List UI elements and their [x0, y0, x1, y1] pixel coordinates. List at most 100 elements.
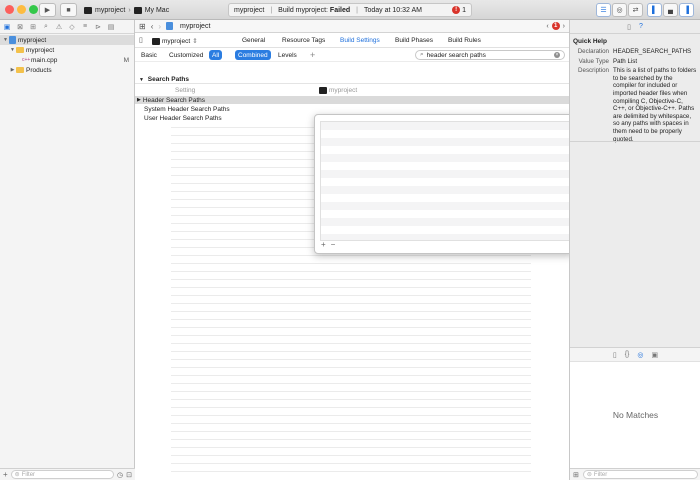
tab-build-settings[interactable]: Build Settings: [340, 37, 380, 44]
code-snippet-icon[interactable]: {}: [625, 351, 630, 358]
tab-general[interactable]: General: [242, 37, 265, 44]
jump-bar: ⊞ ‹ › myproject ‹ 1 ›: [135, 20, 569, 33]
project-icon: [9, 36, 16, 44]
tree-item-label: Products: [26, 66, 52, 74]
previous-issue-icon[interactable]: ‹: [546, 23, 548, 30]
scheme-project: myproject: [95, 6, 126, 14]
filter-customized[interactable]: Customized: [166, 50, 206, 60]
search-icon: ⌕: [420, 51, 424, 58]
tree-item-project[interactable]: ▼ myproject: [0, 35, 134, 45]
add-path-button[interactable]: +: [321, 240, 326, 249]
disclosure-open-icon: ▼: [10, 47, 15, 53]
setting-row-header-search-paths[interactable]: ▶ Header Search Paths: [135, 96, 569, 104]
forward-arrow-icon[interactable]: ›: [158, 22, 161, 31]
path-list[interactable]: [320, 121, 570, 241]
tree-item-group[interactable]: ▼ myproject: [0, 45, 134, 55]
back-arrow-icon[interactable]: ‹: [151, 22, 154, 31]
version-editor-button[interactable]: ⇄: [628, 3, 643, 17]
status-separator: |: [270, 6, 273, 14]
folder-navigator-icon[interactable]: ▣: [3, 23, 11, 31]
remove-path-button[interactable]: −: [331, 240, 336, 249]
library-selector-bar: ▯ {} ◎ ▣: [570, 348, 700, 362]
source-control-icon[interactable]: ⊠: [16, 23, 24, 31]
filter-combined[interactable]: Combined: [235, 50, 271, 60]
disclosure-open-icon: ▼: [3, 37, 8, 43]
next-issue-icon[interactable]: ›: [563, 23, 565, 30]
standard-editor-button[interactable]: ☰: [596, 3, 611, 17]
filter-basic[interactable]: Basic: [138, 50, 160, 60]
error-icon[interactable]: 1: [551, 22, 560, 30]
close-window-button[interactable]: [5, 5, 14, 14]
tree-item-label: myproject: [26, 46, 55, 54]
breakpoint-navigator-icon[interactable]: ⊳: [94, 23, 102, 31]
report-navigator-icon[interactable]: ▤: [107, 23, 115, 31]
path-list-popover: + −: [314, 114, 574, 254]
activity-status[interactable]: myproject | Build myproject: Failed | To…: [228, 3, 472, 17]
navigator-filter-input[interactable]: ⊜ Filter: [10, 470, 115, 479]
status-project: myproject: [234, 6, 265, 14]
filter-all[interactable]: All: [209, 50, 223, 60]
test-navigator-icon[interactable]: ◇: [68, 23, 76, 31]
minimize-window-button[interactable]: [17, 5, 26, 14]
recent-files-icon[interactable]: ◷: [117, 471, 123, 479]
scm-filter-icon[interactable]: ⊡: [126, 471, 132, 479]
project-navigator: ▣ ⊠ ⊞ ⌕ ⚠ ◇ ≡ ⊳ ▤ ▼ myproject ▼ myprojec…: [0, 20, 135, 480]
section-search-paths[interactable]: ▼ Search Paths: [139, 76, 189, 83]
column-header-setting: Setting: [175, 87, 196, 94]
related-items-icon[interactable]: ⊞: [139, 22, 146, 31]
error-icon: !: [452, 6, 461, 14]
project-icon: [166, 22, 174, 30]
folder-icon: [16, 67, 24, 73]
description-label: Description: [578, 67, 609, 75]
jump-bar-controls: ‹ 1 ›: [546, 22, 565, 30]
add-file-icon[interactable]: +: [3, 470, 8, 479]
tab-build-phases[interactable]: Build Phases: [395, 37, 433, 44]
quick-help-title: Quick Help: [573, 38, 607, 45]
add-setting-button[interactable]: +: [307, 50, 318, 60]
quick-help-icon[interactable]: ?: [639, 23, 643, 30]
library-filter-input[interactable]: ⊜ Filter: [582, 470, 698, 479]
assistant-editor-button[interactable]: ◎: [612, 3, 627, 17]
no-matches-label: No Matches: [612, 410, 659, 420]
error-indicator[interactable]: ! 1: [452, 6, 466, 14]
file-inspector-icon[interactable]: ▯: [627, 23, 631, 31]
setting-row-system-header-search-paths[interactable]: System Header Search Paths: [135, 105, 569, 113]
library-panel: ▯ {} ◎ ▣ No Matches ⊞ ⊜ Filter: [570, 347, 700, 480]
tab-build-rules[interactable]: Build Rules: [448, 37, 481, 44]
scheme-selector[interactable]: myproject › My Mac: [84, 4, 169, 16]
issue-navigator-icon[interactable]: ⚠: [55, 23, 63, 31]
folder-icon: [16, 47, 24, 53]
inspector-selector-bar: ▯ ?: [570, 20, 700, 34]
right-panel-icon: ▐: [684, 6, 689, 14]
symbol-navigator-icon[interactable]: ⊞: [29, 23, 37, 31]
search-navigator-icon[interactable]: ⌕: [42, 23, 50, 31]
jump-project[interactable]: myproject: [180, 23, 210, 30]
setting-name: System Header Search Paths: [144, 105, 230, 113]
toggle-inspector-button[interactable]: ▐: [679, 3, 694, 17]
grid-view-icon[interactable]: ⊞: [573, 471, 579, 479]
media-library-icon[interactable]: ▣: [652, 351, 659, 359]
tree-item-label: main.cpp: [31, 56, 58, 64]
arrows-icon: ⇄: [632, 7, 639, 14]
clear-search-icon[interactable]: ×: [554, 52, 560, 58]
declaration-label: Declaration: [577, 48, 609, 55]
toggle-target-list-icon[interactable]: ▯: [139, 36, 143, 44]
tree-item-products[interactable]: ▶ Products: [0, 65, 134, 75]
run-button[interactable]: ▶: [39, 3, 56, 17]
bottom-panel-icon: ▄: [668, 6, 673, 14]
target-selector[interactable]: myproject ⇕: [152, 37, 198, 45]
path-list-controls: + −: [321, 240, 335, 249]
tab-resource-tags[interactable]: Resource Tags: [282, 37, 325, 44]
file-template-icon[interactable]: ▯: [613, 351, 617, 359]
target-name: myproject: [162, 37, 191, 45]
settings-search-input[interactable]: ⌕ header search paths ×: [415, 50, 565, 60]
object-library-icon[interactable]: ◎: [637, 351, 643, 359]
tree-item-main-cpp[interactable]: c++ main.cpp M: [0, 55, 134, 65]
stop-button[interactable]: ■: [60, 3, 77, 17]
cpp-file-icon: c++: [22, 57, 31, 63]
filter-levels[interactable]: Levels: [275, 50, 300, 60]
toggle-debug-button[interactable]: ▄: [663, 3, 678, 17]
debug-navigator-icon[interactable]: ≡: [81, 23, 89, 30]
zoom-window-button[interactable]: [29, 5, 38, 14]
toggle-navigator-button[interactable]: ▌: [647, 3, 662, 17]
